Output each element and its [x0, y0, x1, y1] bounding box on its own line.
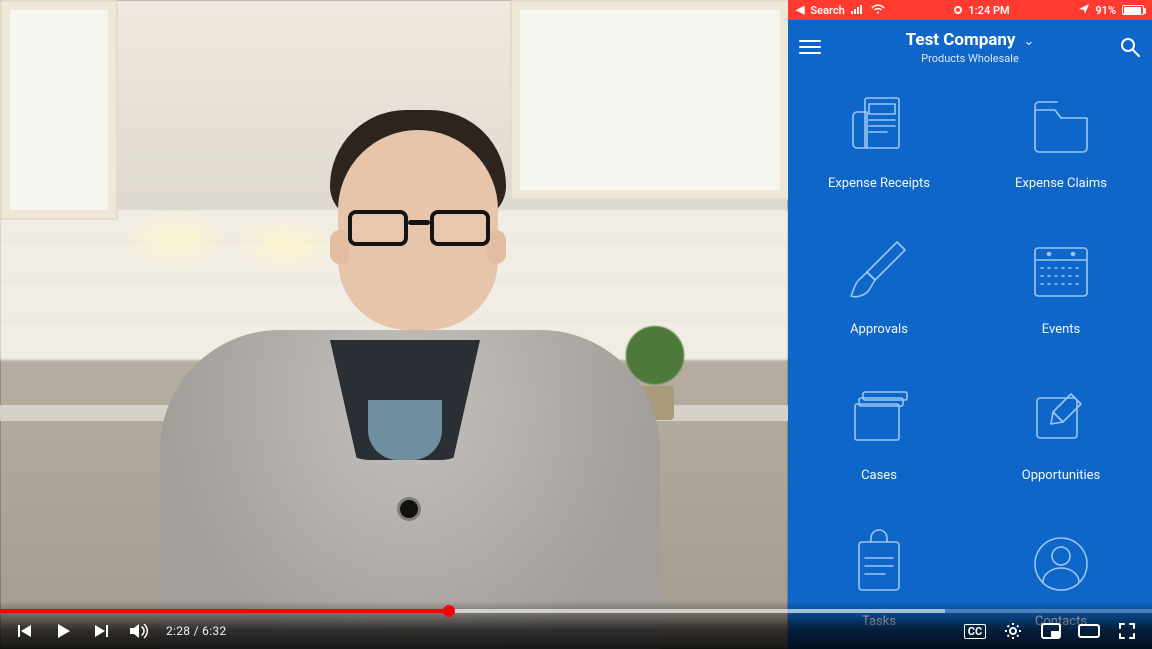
tile-label: Approvals	[850, 322, 908, 337]
calendar-icon	[1017, 228, 1105, 316]
tile-label: Events	[1042, 322, 1080, 337]
battery-text: 91%	[1095, 4, 1116, 17]
status-time: 1:24 PM	[968, 4, 1009, 17]
tile-opportunities[interactable]: Opportunities	[980, 374, 1142, 510]
tile-events[interactable]: Events	[980, 228, 1142, 364]
video-controls: 2:28 / 6:32 CC	[0, 601, 1152, 649]
time-sep: /	[194, 624, 203, 638]
glasses-icon	[348, 210, 490, 250]
controls-row: 2:28 / 6:32 CC	[0, 613, 1152, 649]
tile-label: Expense Receipts	[828, 176, 930, 191]
presenter	[120, 70, 680, 649]
menu-button[interactable]	[798, 35, 822, 59]
fullscreen-button[interactable]	[1116, 620, 1138, 642]
mic-icon	[400, 500, 418, 518]
battery-icon	[1122, 5, 1144, 15]
folders-icon	[835, 374, 923, 462]
status-center: 1:24 PM	[954, 4, 1009, 17]
play-button[interactable]	[52, 620, 74, 642]
person-icon	[1017, 520, 1105, 608]
status-right: 91%	[1079, 4, 1144, 17]
app-header: Test Company ⌄ Products Wholesale	[788, 20, 1152, 74]
tile-cases[interactable]: Cases	[798, 374, 960, 510]
settings-button[interactable]	[1002, 620, 1024, 642]
status-left: ◀ Search	[796, 4, 885, 17]
company-subtitle: Products Wholesale	[822, 52, 1118, 65]
search-button[interactable]	[1118, 35, 1142, 59]
current-time: 2:28	[166, 624, 190, 638]
captions-button[interactable]: CC	[964, 620, 986, 642]
back-arrow-icon: ◀	[796, 3, 804, 16]
video-frame	[0, 0, 788, 649]
next-button[interactable]	[90, 620, 112, 642]
app-panel: ◀ Search 1:24 PM 91%	[788, 0, 1152, 649]
note-edit-icon	[1017, 374, 1105, 462]
chevron-down-icon: ⌄	[1023, 34, 1034, 49]
tile-label: Expense Claims	[1015, 176, 1107, 191]
signal-icon	[851, 4, 865, 17]
volume-button[interactable]	[128, 620, 150, 642]
ios-status-bar: ◀ Search 1:24 PM 91%	[788, 0, 1152, 20]
cc-label: CC	[964, 624, 986, 639]
company-selector[interactable]: Test Company ⌄ Products Wholesale	[822, 30, 1118, 65]
time-display: 2:28 / 6:32	[166, 624, 227, 638]
miniplayer-button[interactable]	[1040, 620, 1062, 642]
receipt-icon	[835, 82, 923, 170]
previous-button[interactable]	[14, 620, 36, 642]
wifi-icon	[871, 4, 885, 17]
duration: 6:32	[202, 624, 226, 638]
brush-icon	[835, 228, 923, 316]
app-grid: Expense Receipts Expense Claims	[788, 74, 1152, 649]
location-icon	[1079, 4, 1089, 17]
status-back-label: Search	[810, 4, 844, 17]
tile-expense-claims[interactable]: Expense Claims	[980, 82, 1142, 218]
folder-icon	[1017, 82, 1105, 170]
tile-expense-receipts[interactable]: Expense Receipts	[798, 82, 960, 218]
tile-label: Opportunities	[1022, 468, 1100, 483]
tile-label: Cases	[861, 468, 897, 483]
record-indicator-icon	[954, 6, 962, 14]
stage: ◀ Search 1:24 PM 91%	[0, 0, 1152, 649]
clipboard-icon	[835, 520, 923, 608]
theater-button[interactable]	[1078, 620, 1100, 642]
tile-approvals[interactable]: Approvals	[798, 228, 960, 364]
company-title: Test Company	[906, 30, 1016, 50]
cabinet-left	[0, 0, 118, 220]
